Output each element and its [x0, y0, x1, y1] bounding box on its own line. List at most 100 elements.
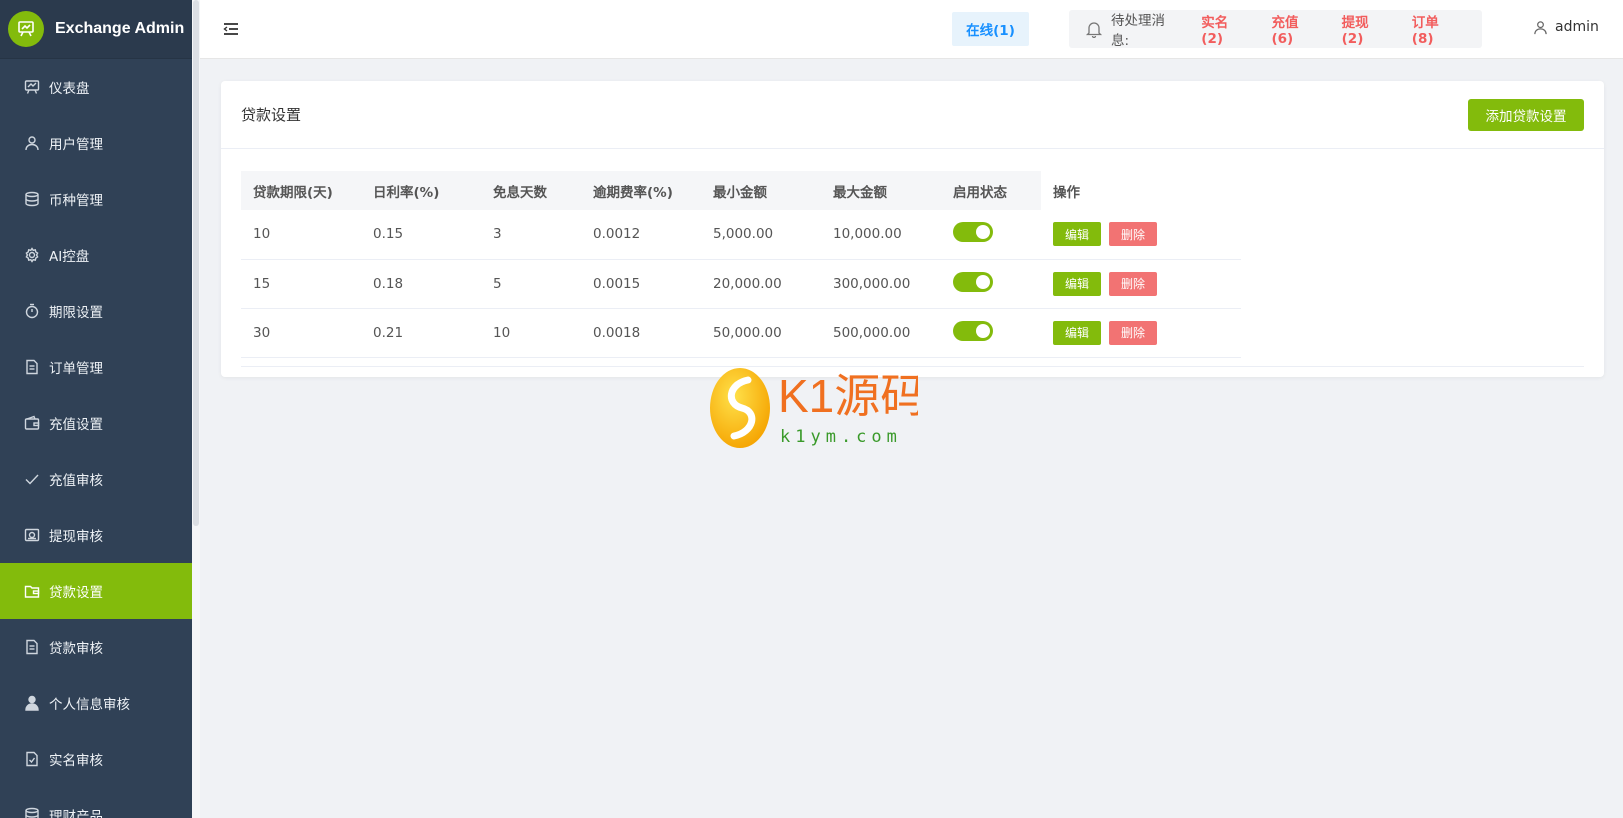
col-header-actions: 操作: [1041, 171, 1241, 210]
edit-button[interactable]: 编辑: [1053, 271, 1101, 296]
folder-icon: [24, 583, 40, 599]
sidebar-item-orders[interactable]: 订单管理: [0, 339, 192, 395]
user-icon: [24, 135, 40, 151]
cell-overdue-rate: 0.0012: [581, 210, 701, 260]
watermark-logo: K1源码 k1ym.com: [708, 366, 926, 448]
delete-button[interactable]: 删除: [1109, 320, 1157, 345]
cell-daily-rate: 0.15: [361, 210, 481, 260]
sidebar-item-label: 提现审核: [49, 529, 103, 545]
cell-max-amount: 500,000.00: [821, 308, 941, 358]
loan-settings-card: 贷款设置 添加贷款设置 贷款期限(天) 日利率(%) 免息天数 逾期费率(%) …: [221, 81, 1604, 377]
delete-button[interactable]: 删除: [1109, 222, 1157, 247]
sidebar-item-label: 理财产品: [49, 809, 103, 818]
pending-realname-link[interactable]: 实名(2): [1201, 11, 1247, 47]
table-row: 10 0.15 3 0.0012 5,000.00 10,000.00 编辑 删除: [241, 210, 1241, 260]
cell-min-amount: 50,000.00: [701, 308, 821, 358]
sidebar-item-label: 实名审核: [49, 753, 103, 769]
top-header: 在线(1) 待处理消息: 实名(2) 充值(6) 提现(2) 订单(8) adm…: [200, 0, 1623, 59]
cell-free-days: 3: [481, 210, 581, 260]
sidebar-item-label: 贷款审核: [49, 641, 103, 657]
pending-withdraw-link[interactable]: 提现(2): [1342, 11, 1388, 47]
status-toggle[interactable]: [953, 271, 993, 292]
bell-icon: [1085, 20, 1103, 39]
table-header-row: 贷款期限(天) 日利率(%) 免息天数 逾期费率(%) 最小金额 最大金额 启用…: [241, 171, 1241, 210]
wallet-icon: [24, 415, 40, 431]
sidebar-item-label: 仪表盘: [49, 81, 90, 97]
sidebar-item-dashboard[interactable]: 仪表盘: [0, 59, 192, 115]
menu-toggle-icon[interactable]: [222, 20, 240, 38]
gear-icon: [24, 247, 40, 263]
col-header-free-days: 免息天数: [481, 171, 581, 210]
user-menu[interactable]: admin: [1533, 19, 1599, 35]
edit-button[interactable]: 编辑: [1053, 222, 1101, 247]
cell-status: [941, 308, 1041, 358]
sidebar-scrollbar-thumb[interactable]: [193, 0, 199, 526]
brand-title: Exchange Admin: [55, 20, 185, 37]
brand-logo-icon: [8, 11, 44, 47]
card-header: 贷款设置 添加贷款设置: [221, 81, 1604, 149]
sidebar-item-loan-settings[interactable]: 贷款设置: [0, 563, 192, 619]
cell-min-amount: 5,000.00: [701, 210, 821, 260]
sidebar-item-profile-review[interactable]: 个人信息审核: [0, 675, 192, 731]
table-row: 30 0.21 10 0.0018 50,000.00 500,000.00 编…: [241, 308, 1241, 358]
col-header-min-amount: 最小金额: [701, 171, 821, 210]
sidebar-item-users[interactable]: 用户管理: [0, 115, 192, 171]
sidebar-item-coins[interactable]: 币种管理: [0, 171, 192, 227]
timer-icon: [24, 303, 40, 319]
col-header-daily-rate: 日利率(%): [361, 171, 481, 210]
sidebar-item-recharge-settings[interactable]: 充值设置: [0, 395, 192, 451]
sidebar-item-recharge-review[interactable]: 充值审核: [0, 451, 192, 507]
user-icon: [1533, 20, 1548, 35]
cell-status: [941, 210, 1041, 260]
status-toggle[interactable]: [953, 320, 993, 341]
col-header-term: 贷款期限(天): [241, 171, 361, 210]
delete-button[interactable]: 删除: [1109, 271, 1157, 296]
sidebar-item-ai-control[interactable]: AI控盘: [0, 227, 192, 283]
person-solid-icon: [24, 695, 40, 711]
cell-term: 15: [241, 259, 361, 309]
brand[interactable]: Exchange Admin: [0, 0, 192, 59]
cell-daily-rate: 0.18: [361, 259, 481, 309]
col-header-overdue-rate: 逾期费率(%): [581, 171, 701, 210]
cell-max-amount: 300,000.00: [821, 259, 941, 309]
sidebar-item-term-settings[interactable]: 期限设置: [0, 283, 192, 339]
table-row: 15 0.18 5 0.0015 20,000.00 300,000.00 编辑…: [241, 259, 1241, 309]
pending-orders-link[interactable]: 订单(8): [1412, 11, 1458, 47]
cell-free-days: 5: [481, 259, 581, 309]
edit-button[interactable]: 编辑: [1053, 320, 1101, 345]
check-icon: [24, 471, 40, 487]
sidebar: Exchange Admin 仪表盘 用户管理 币种管理 AI控盘 期限设置 订…: [0, 0, 192, 818]
cell-daily-rate: 0.21: [361, 308, 481, 358]
page-title: 贷款设置: [241, 106, 302, 124]
database-icon: [24, 191, 40, 207]
pending-messages-bar: 待处理消息: 实名(2) 充值(6) 提现(2) 订单(8): [1069, 10, 1482, 49]
pending-recharge-link[interactable]: 充值(6): [1271, 11, 1317, 47]
sidebar-menu: 仪表盘 用户管理 币种管理 AI控盘 期限设置 订单管理 充值设置 充值审核 提…: [0, 59, 192, 818]
cell-actions: 编辑 删除: [1041, 308, 1241, 358]
sidebar-item-loan-review[interactable]: 贷款审核: [0, 619, 192, 675]
watermark-text-main: K1源码: [778, 370, 918, 422]
sidebar-item-withdraw-review[interactable]: 提现审核: [0, 507, 192, 563]
col-header-status: 启用状态: [941, 171, 1041, 210]
status-toggle[interactable]: [953, 222, 993, 243]
online-count-badge[interactable]: 在线(1): [952, 12, 1029, 46]
cell-overdue-rate: 0.0018: [581, 308, 701, 358]
sidebar-item-label: 贷款设置: [49, 585, 103, 601]
add-loan-setting-button[interactable]: 添加贷款设置: [1468, 98, 1584, 131]
col-header-max-amount: 最大金额: [821, 171, 941, 210]
sidebar-item-label: 充值设置: [49, 417, 103, 433]
sidebar-item-wealth-products[interactable]: 理财产品: [0, 787, 192, 818]
cell-min-amount: 20,000.00: [701, 259, 821, 309]
sidebar-item-label: 用户管理: [49, 137, 103, 153]
sidebar-item-label: 个人信息审核: [49, 697, 130, 713]
cell-max-amount: 10,000.00: [821, 210, 941, 260]
cell-status: [941, 259, 1041, 309]
sidebar-item-label: 充值审核: [49, 473, 103, 489]
cell-overdue-rate: 0.0015: [581, 259, 701, 309]
document-icon: [24, 359, 40, 375]
watermark-text-sub: k1ym.com: [780, 427, 902, 447]
sidebar-item-realname-review[interactable]: 实名审核: [0, 731, 192, 787]
document-check-icon: [24, 751, 40, 767]
sidebar-item-label: 订单管理: [49, 361, 103, 377]
cell-term: 30: [241, 308, 361, 358]
